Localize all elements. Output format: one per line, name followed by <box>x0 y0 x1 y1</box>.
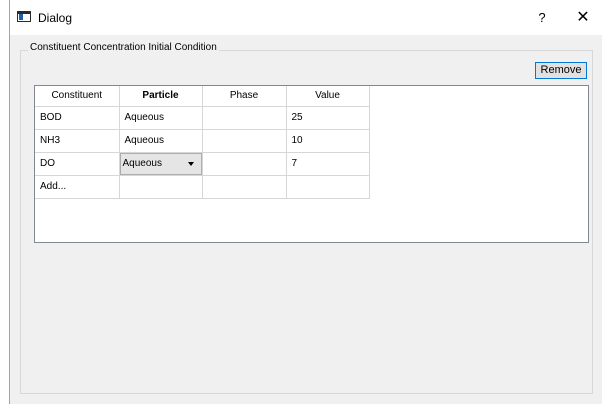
cell-constituent[interactable]: NH3 <box>35 129 120 153</box>
cell-particle[interactable]: Aqueous <box>119 129 203 153</box>
table-row[interactable]: BOD Aqueous 25 <box>35 106 370 130</box>
table-row[interactable]: Add... <box>35 175 370 199</box>
column-header-value[interactable]: Value <box>286 86 370 107</box>
table-row[interactable]: NH3 Aqueous 10 <box>35 129 370 153</box>
cell-constituent[interactable]: DO <box>35 152 120 176</box>
cell-constituent[interactable]: BOD <box>35 106 120 130</box>
cell-particle[interactable]: Aqueous <box>119 152 203 176</box>
cell-value[interactable]: 7 <box>286 152 370 176</box>
remove-button[interactable]: Remove <box>535 62 587 79</box>
window-title: Dialog <box>38 11 73 25</box>
cell-particle[interactable]: Aqueous <box>119 106 203 130</box>
dialog-window: Dialog ? ✕ Constituent Concentration Ini… <box>9 0 602 404</box>
cell-value[interactable] <box>286 175 370 199</box>
column-header-phase[interactable]: Phase <box>202 86 287 107</box>
particle-dropdown-value: Aqueous <box>122 157 162 169</box>
cell-phase[interactable] <box>202 152 287 176</box>
particle-dropdown[interactable]: Aqueous <box>119 152 202 175</box>
constituent-table[interactable]: Constituent Particle Phase Value BOD Aqu… <box>34 85 589 243</box>
column-header-particle[interactable]: Particle <box>119 86 203 107</box>
group-box-title: Constituent Concentration Initial Condit… <box>28 42 219 53</box>
table-row[interactable]: DO Aqueous 7 <box>35 152 370 176</box>
cell-phase[interactable] <box>202 175 287 199</box>
close-button[interactable]: ✕ <box>573 9 593 27</box>
chevron-down-icon[interactable] <box>187 161 194 166</box>
cell-phase[interactable] <box>202 106 287 130</box>
title-bar: Dialog ? ✕ <box>10 0 602 35</box>
cell-value[interactable]: 25 <box>286 106 370 130</box>
add-row-cell[interactable]: Add... <box>35 175 120 199</box>
window-app-icon <box>17 11 31 22</box>
column-header-constituent[interactable]: Constituent <box>35 86 120 107</box>
cell-particle[interactable] <box>119 175 203 199</box>
cell-value[interactable]: 10 <box>286 129 370 153</box>
table-header-row: Constituent Particle Phase Value <box>35 86 370 107</box>
cell-phase[interactable] <box>202 129 287 153</box>
help-button[interactable]: ? <box>532 9 552 27</box>
